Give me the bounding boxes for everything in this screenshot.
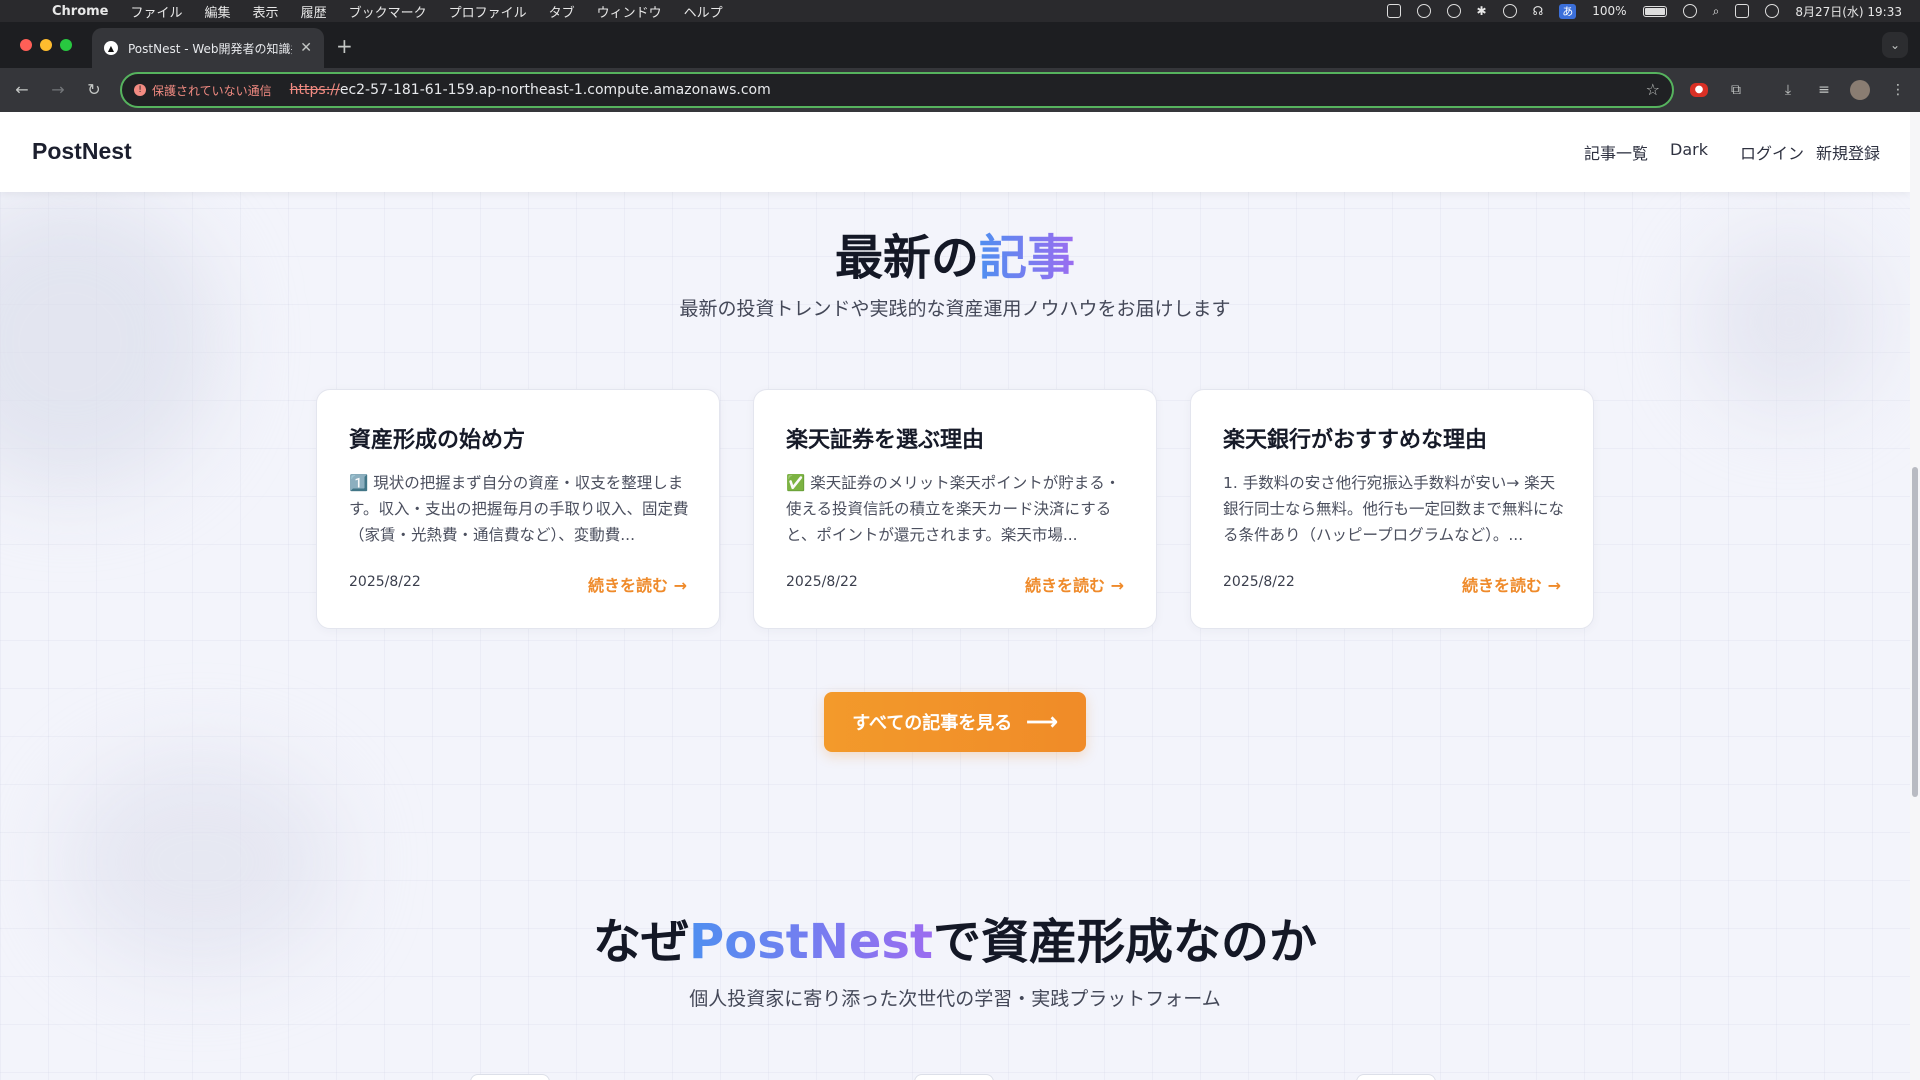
why-postnest-heading: なぜPostNestで資産形成なのか [0, 902, 1910, 972]
menu-edit[interactable]: 編集 [205, 2, 231, 21]
site-header: PostNest 記事一覧 Dark ログイン 新規登録 [0, 112, 1910, 192]
window-minimize-button[interactable] [40, 39, 52, 51]
extension-icon[interactable]: ● [1690, 83, 1708, 97]
menu-tab[interactable]: タブ [549, 2, 575, 21]
input-method-indicator[interactable]: あ [1559, 3, 1577, 19]
article-card[interactable]: 楽天銀行がおすすめな理由 1. 手数料の安さ他行宛振込手数料が安い→ 楽天銀行同… [1190, 389, 1594, 629]
latest-articles-heading: 最新の記事 [0, 218, 1910, 288]
article-card[interactable]: 資産形成の始め方 1️⃣ 現状の把握まず自分の資産・収支を整理します。収入・支出… [316, 389, 720, 629]
status-area: ✱ ☊ あ 100% ⌕ 8月27日(水) 19:33 [1386, 0, 1902, 22]
site-logo[interactable]: PostNest [32, 138, 132, 165]
article-card-title[interactable]: 楽天証券を選ぶ理由 [786, 422, 984, 454]
article-card-title[interactable]: 楽天銀行がおすすめな理由 [1223, 422, 1487, 454]
article-card-title[interactable]: 資産形成の始め方 [349, 422, 525, 454]
download-icon[interactable]: ⤓ [1778, 80, 1798, 100]
forward-arrow-icon[interactable]: → [46, 78, 70, 102]
clipboard-status-icon[interactable] [1386, 4, 1401, 18]
page-viewport: PostNest 記事一覧 Dark ログイン 新規登録 最新の記事 最新の投資… [0, 112, 1920, 1080]
new-tab-button[interactable]: + [336, 34, 353, 58]
menu-history[interactable]: 履歴 [301, 2, 327, 21]
profile-avatar[interactable] [1850, 80, 1870, 100]
menu-view[interactable]: 表示 [253, 2, 279, 21]
menu-profiles[interactable]: プロファイル [449, 2, 527, 21]
article-card-excerpt: ✅ 楽天証券のメリット楽天ポイントが貯まる・使える投資信託の積立を楽天カード決済… [786, 474, 1121, 544]
more-menu-icon[interactable]: ⋮ [1888, 80, 1908, 100]
feature-card-top [470, 1074, 550, 1080]
menubar-clock[interactable]: 8月27日(水) 19:33 [1795, 3, 1902, 20]
security-label[interactable]: 保護されていない通信 [152, 82, 272, 99]
menu-window[interactable]: ウィンドウ [597, 2, 662, 21]
article-card-date: 2025/8/22 [1223, 574, 1295, 590]
browser-toolbar: ← → ↻ ! 保護されていない通信 https:// ec2-57-181-6… [0, 68, 1920, 112]
menu-bookmarks[interactable]: ブックマーク [349, 2, 427, 21]
view-all-articles-button[interactable]: すべての記事を見る ⟶ [824, 692, 1086, 752]
read-more-link[interactable]: 続きを読む → [1462, 572, 1561, 596]
menu-help[interactable]: ヘルプ [684, 2, 723, 21]
siri-icon[interactable] [1765, 4, 1780, 18]
headphones-icon[interactable]: ☊ [1533, 4, 1544, 18]
read-more-link[interactable]: 続きを読む → [1025, 572, 1124, 596]
play-status-icon[interactable] [1502, 4, 1517, 18]
address-bar[interactable]: ! 保護されていない通信 https:// ec2-57-181-61-159.… [120, 72, 1674, 108]
not-secure-icon[interactable]: ! [134, 84, 146, 96]
extensions-puzzle-icon[interactable]: ⧉ [1726, 80, 1746, 100]
tab-title: PostNest - Web開発者の知識共 [128, 41, 293, 56]
read-more-link[interactable]: 続きを読む → [588, 572, 687, 596]
heading-text: なぜ [593, 914, 690, 970]
article-card-excerpt: 1️⃣ 現状の把握まず自分の資産・収支を整理します。収入・支出の把握毎月の手取り… [349, 474, 689, 544]
feature-card-top [1356, 1074, 1436, 1080]
tab-search-chevron-icon[interactable]: ⌄ [1882, 32, 1908, 58]
tab-close-icon[interactable]: ✕ [300, 40, 312, 56]
article-card[interactable]: 楽天証券を選ぶ理由 ✅ 楽天証券のメリット楽天ポイントが貯まる・使える投資信託の… [753, 389, 1157, 629]
page-scrollbar[interactable] [1910, 112, 1920, 1080]
nav-signup-link[interactable]: 新規登録 [1816, 140, 1880, 164]
spotlight-search-icon[interactable]: ⌕ [1713, 4, 1720, 19]
heading-accent-text: PostNest [689, 914, 933, 970]
heading-text: で資産形成なのか [932, 914, 1317, 970]
article-card-date: 2025/8/22 [349, 574, 421, 590]
latest-articles-subtitle: 最新の投資トレンドや実践的な資産運用ノウハウをお届けします [679, 298, 1231, 320]
url-scheme: https:// [289, 82, 340, 98]
window-close-button[interactable] [20, 39, 32, 51]
media-control-icon[interactable]: ≡ [1814, 80, 1834, 100]
site-nav: 記事一覧 Dark ログイン 新規登録 [1584, 140, 1880, 164]
url-host: ec2-57-181-61-159.ap-northeast-1.compute… [339, 82, 771, 98]
nav-articles-link[interactable]: 記事一覧 [1584, 140, 1648, 164]
why-postnest-subtitle: 個人投資家に寄り添った次世代の学習・実践プラットフォーム [689, 988, 1221, 1010]
view-all-articles-label: すべての記事を見る [852, 713, 1013, 733]
back-arrow-icon[interactable]: ← [10, 78, 34, 102]
menu-file[interactable]: ファイル [131, 2, 183, 21]
window-zoom-button[interactable] [60, 39, 72, 51]
arrow-right-icon: ⟶ [1026, 709, 1058, 734]
feature-card-top [914, 1074, 994, 1080]
theme-toggle-button[interactable]: Dark [1670, 140, 1708, 164]
menu-app-chrome[interactable]: Chrome [52, 4, 109, 19]
browser-tab-active[interactable]: ▲ PostNest - Web開発者の知識共 ✕ [92, 28, 324, 68]
site-favicon-icon: ▲ [104, 41, 118, 55]
battery-icon[interactable] [1642, 5, 1667, 17]
macos-menu-bar: Chrome ファイル 編集 表示 履歴 ブックマーク プロファイル タブ ウィ… [0, 0, 1920, 22]
heading-accent-text: 記事 [979, 230, 1076, 286]
brightness-status-icon[interactable] [1416, 4, 1431, 18]
nav-login-link[interactable]: ログイン [1740, 140, 1804, 164]
bookmark-star-icon[interactable]: ☆ [1646, 80, 1660, 99]
control-center-icon[interactable] [1735, 4, 1750, 18]
focus-status-icon[interactable] [1446, 4, 1461, 18]
battery-percent: 100% [1592, 4, 1627, 18]
reload-icon[interactable]: ↻ [82, 78, 106, 102]
scrollbar-thumb[interactable] [1912, 467, 1918, 797]
wifi-icon[interactable] [1682, 4, 1697, 18]
heading-text: 最新の [834, 230, 979, 286]
article-card-excerpt: 1. 手数料の安さ他行宛振込手数料が安い→ 楽天銀行同士なら無料。他行も一定回数… [1223, 474, 1565, 544]
browser-tab-strip: ▲ PostNest - Web開発者の知識共 ✕ + ⌄ [0, 22, 1920, 68]
article-card-date: 2025/8/22 [786, 574, 858, 590]
bluetooth-icon[interactable]: ✱ [1477, 4, 1487, 18]
